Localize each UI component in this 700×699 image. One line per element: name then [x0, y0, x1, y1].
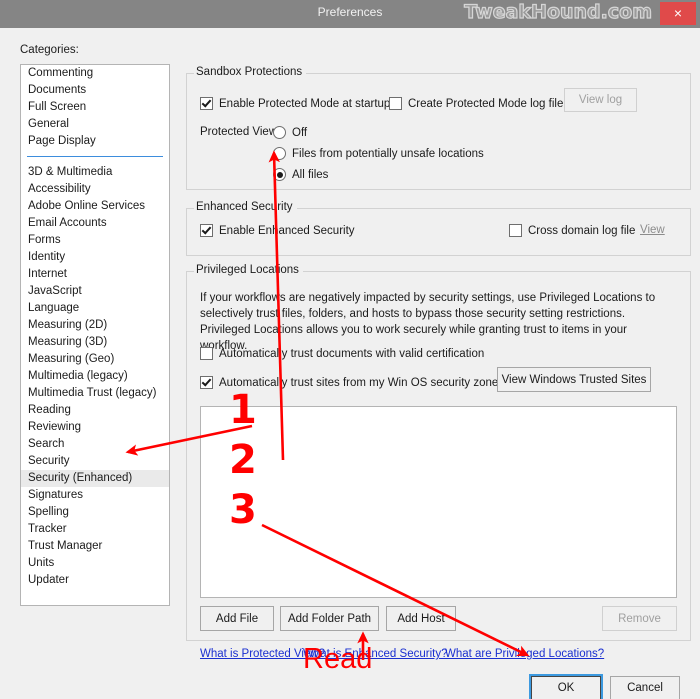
preferences-dialog: Preferences TweakHound.com × Categories:… [0, 0, 700, 699]
annotation-number-1: 1 [229, 387, 257, 433]
enable-enhanced-security-label: Enable Enhanced Security [219, 224, 355, 237]
sidebar-item-reviewing[interactable]: Reviewing [21, 419, 169, 436]
sidebar-item-tracker[interactable]: Tracker [21, 521, 169, 538]
sidebar-item-measuring-2d[interactable]: Measuring (2D) [21, 317, 169, 334]
add-folder-path-button[interactable]: Add Folder Path [280, 606, 379, 631]
annotation-number-2: 2 [229, 437, 257, 483]
privileged-locations-description: If your workflows are negatively impacte… [200, 292, 656, 352]
enable-enhanced-security-checkbox[interactable]: Enable Enhanced Security [200, 224, 355, 237]
sidebar-item-updater[interactable]: Updater [21, 572, 169, 589]
protected-view-option-off[interactable]: Off [273, 126, 307, 139]
create-protected-mode-log-label: Create Protected Mode log file [408, 97, 564, 110]
view-log-button[interactable]: View log [564, 88, 637, 112]
protected-view-option-unsafe-locations[interactable]: Files from potentially unsafe locations [273, 147, 484, 160]
sidebar-item-multimedia-trust-legacy[interactable]: Multimedia Trust (legacy) [21, 385, 169, 402]
sidebar-item-commenting[interactable]: Commenting [21, 65, 169, 82]
sidebar-item-language[interactable]: Language [21, 300, 169, 317]
categories-divider [27, 156, 163, 157]
enhanced-security-title: Enhanced Security [194, 201, 297, 213]
checkbox-icon [200, 224, 213, 237]
sidebar-item-reading[interactable]: Reading [21, 402, 169, 419]
checkbox-icon [389, 97, 402, 110]
enable-protected-mode-checkbox[interactable]: Enable Protected Mode at startup [200, 97, 390, 110]
create-protected-mode-log-checkbox[interactable]: Create Protected Mode log file [389, 97, 563, 110]
close-icon[interactable]: × [660, 2, 696, 25]
protected-view-option-all-files-label: All files [292, 168, 329, 181]
checkbox-icon [200, 376, 213, 389]
cross-domain-log-checkbox[interactable]: Cross domain log file [509, 224, 635, 237]
sidebar-item-javascript[interactable]: JavaScript [21, 283, 169, 300]
annotation-number-3: 3 [229, 487, 257, 533]
sidebar-item-adobe-online-services[interactable]: Adobe Online Services [21, 198, 169, 215]
sidebar-item-page-display[interactable]: Page Display [21, 133, 169, 150]
radio-icon [273, 147, 286, 160]
sidebar-item-accessibility[interactable]: Accessibility [21, 181, 169, 198]
radio-icon [273, 126, 286, 139]
sandbox-protections-title: Sandbox Protections [194, 66, 307, 78]
categories-group-primary: Commenting Documents Full Screen General Pag… [21, 65, 169, 150]
sidebar-item-general[interactable]: General [21, 116, 169, 133]
dialog-body: Categories: Commenting Documents Full Scre… [8, 28, 700, 699]
categories-label: Categories: [20, 44, 79, 56]
ok-button[interactable]: OK [531, 676, 601, 699]
view-windows-trusted-sites-button[interactable]: View Windows Trusted Sites [497, 367, 651, 392]
sidebar-item-units[interactable]: Units [21, 555, 169, 572]
sidebar-item-trust-manager[interactable]: Trust Manager [21, 538, 169, 555]
sidebar-item-search[interactable]: Search [21, 436, 169, 453]
sidebar-item-signatures[interactable]: Signatures [21, 487, 169, 504]
privileged-locations-title: Privileged Locations [194, 264, 303, 276]
cross-domain-log-label: Cross domain log file [528, 224, 636, 237]
title-bar: Preferences TweakHound.com × [0, 0, 700, 28]
protected-view-option-unsafe-locations-label: Files from potentially unsafe locations [292, 147, 484, 160]
sidebar-item-spelling[interactable]: Spelling [21, 504, 169, 521]
checkbox-icon [509, 224, 522, 237]
sidebar-item-documents[interactable]: Documents [21, 82, 169, 99]
remove-button[interactable]: Remove [602, 606, 677, 631]
tweakhound-watermark: TweakHound.com [464, 0, 653, 23]
what-are-privileged-locations-link[interactable]: What are Privileged Locations? [445, 648, 604, 660]
sidebar-item-full-screen[interactable]: Full Screen [21, 99, 169, 116]
add-host-button[interactable]: Add Host [386, 606, 456, 631]
sidebar-item-security-enhanced[interactable]: Security (Enhanced) [21, 470, 169, 487]
annotation-read-label: Read [303, 643, 373, 675]
cross-domain-view-link[interactable]: View [640, 224, 665, 236]
checkbox-icon [200, 97, 213, 110]
trust-documents-checkbox[interactable]: Automatically trust documents with valid… [200, 347, 484, 360]
trust-documents-label: Automatically trust documents with valid… [219, 347, 485, 360]
checkbox-icon [200, 347, 213, 360]
sidebar-item-3d-multimedia[interactable]: 3D & Multimedia [21, 164, 169, 181]
sidebar-item-security[interactable]: Security [21, 453, 169, 470]
sidebar-item-multimedia-legacy[interactable]: Multimedia (legacy) [21, 368, 169, 385]
cancel-button[interactable]: Cancel [610, 676, 680, 699]
radio-icon [273, 168, 286, 181]
enable-protected-mode-label: Enable Protected Mode at startup [219, 97, 391, 110]
add-file-button[interactable]: Add File [200, 606, 274, 631]
sidebar-item-measuring-3d[interactable]: Measuring (3D) [21, 334, 169, 351]
protected-view-label: Protected View [200, 126, 278, 138]
privileged-locations-listbox[interactable] [200, 406, 677, 598]
sidebar-item-internet[interactable]: Internet [21, 266, 169, 283]
sidebar-item-measuring-geo[interactable]: Measuring (Geo) [21, 351, 169, 368]
protected-view-option-off-label: Off [292, 126, 308, 139]
sidebar-item-forms[interactable]: Forms [21, 232, 169, 249]
trust-sites-label: Automatically trust sites from my Win OS… [219, 376, 505, 389]
categories-group-secondary: 3D & Multimedia Accessibility Adobe Online… [21, 164, 169, 589]
categories-list[interactable]: Commenting Documents Full Screen General Pag… [20, 64, 170, 606]
protected-view-option-all-files[interactable]: All files [273, 168, 328, 181]
sidebar-item-email-accounts[interactable]: Email Accounts [21, 215, 169, 232]
sidebar-item-identity[interactable]: Identity [21, 249, 169, 266]
